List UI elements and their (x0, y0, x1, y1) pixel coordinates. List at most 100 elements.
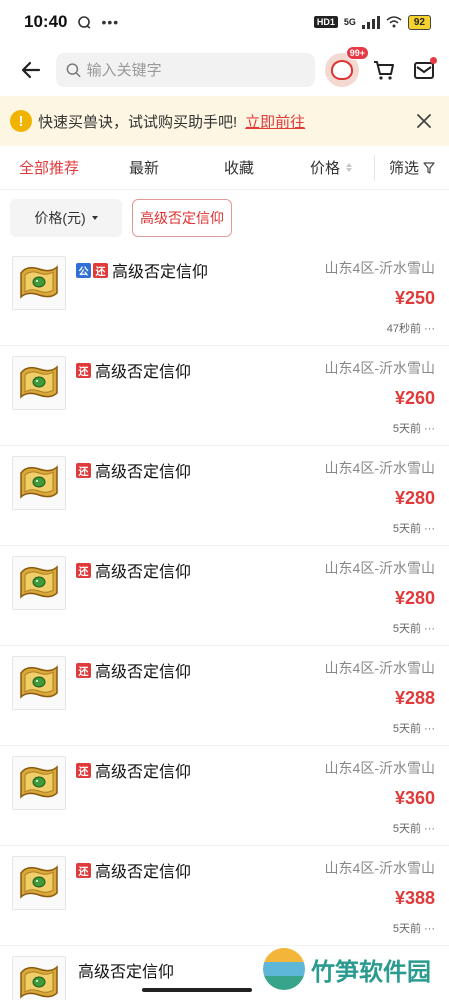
item-title: 高级否定信仰 (95, 864, 192, 881)
bargain-tag: 还 (76, 562, 91, 578)
sort-arrows-icon (346, 163, 352, 172)
item-title: 高级否定信仰 (95, 364, 192, 381)
item-body: 还高级否定信仰 山东4区-沂水雪山 ¥360 5天前 ··· (76, 756, 435, 845)
item-body: 还高级否定信仰 山东4区-沂水雪山 ¥280 5天前 ··· (76, 556, 435, 645)
item-price: ¥280 (394, 588, 435, 608)
item-time[interactable]: 5天前 ··· (393, 520, 435, 536)
list-item[interactable]: 还高级否定信仰 山东4区-沂水雪山 ¥360 5天前 ··· (0, 746, 449, 846)
back-button[interactable] (16, 55, 46, 85)
scroll-item-icon (12, 656, 66, 710)
bargain-tag: 还 (76, 462, 91, 478)
unread-dot (430, 57, 437, 64)
scroll-item-icon (12, 356, 66, 410)
price-chip[interactable]: 价格(元) (10, 199, 122, 237)
notice-banner: ! 快速买兽诀，试试购买助手吧! 立即前往 (0, 96, 449, 146)
mascot-icon (331, 60, 353, 80)
list-item[interactable]: 还高级否定信仰 山东4区-沂水雪山 ¥280 5天前 ··· (0, 446, 449, 546)
item-list: 公还高级否定信仰 山东4区-沂水雪山 ¥250 47秒前 ··· 还高级否定信仰 山东4区… (0, 246, 449, 1000)
search-header: 99+ (0, 44, 449, 96)
item-title: 高级否定信仰 (112, 264, 209, 281)
hd-badge: HD1 (313, 16, 338, 28)
sort-newest[interactable]: 最新 (98, 157, 190, 178)
item-title: 高级否定信仰 (95, 464, 192, 481)
scroll-item-icon (12, 756, 66, 810)
item-server: 山东4区-沂水雪山 (324, 360, 435, 376)
list-item[interactable]: 还高级否定信仰 山东4区-沂水雪山 ¥280 5天前 ··· (0, 546, 449, 646)
item-time[interactable]: 5天前 ··· (393, 720, 435, 736)
bargain-tag: 还 (76, 862, 91, 878)
item-time[interactable]: 5天前 ··· (393, 620, 435, 636)
sort-price[interactable]: 价格 (288, 157, 374, 178)
scroll-item-icon (12, 456, 66, 510)
sort-all-recommended[interactable]: 全部推荐 (0, 157, 98, 178)
status-more-dots: ••• (101, 14, 120, 30)
item-title: 高级否定信仰 (95, 664, 192, 681)
watermark-text: 竹笋软件园 (311, 958, 431, 986)
item-server: 山东4区-沂水雪山 (324, 260, 435, 276)
item-title: 高级否定信仰 (95, 564, 192, 581)
home-indicator[interactable] (142, 988, 252, 992)
item-price: ¥360 (394, 788, 435, 808)
item-title: 高级否定信仰 (78, 964, 175, 981)
scroll-item-icon (12, 256, 66, 310)
list-item[interactable]: 还高级否定信仰 山东4区-沂水雪山 ¥388 5天前 ··· (0, 846, 449, 946)
scroll-item-icon (12, 856, 66, 910)
bargain-tag: 还 (76, 362, 91, 378)
caret-down-icon (91, 216, 98, 220)
item-time[interactable]: 5天前 ··· (393, 420, 435, 436)
watermark: 竹笋软件园 (259, 946, 435, 992)
item-body: 还高级否定信仰 山东4区-沂水雪山 ¥388 5天前 ··· (76, 856, 435, 945)
item-body: 还高级否定信仰 山东4区-沂水雪山 ¥288 5天前 ··· (76, 656, 435, 745)
item-server: 山东4区-沂水雪山 (324, 760, 435, 776)
item-price: ¥260 (394, 388, 435, 408)
search-box[interactable] (56, 53, 315, 87)
bargain-tag: 还 (76, 762, 91, 778)
network-label: 5G (343, 17, 356, 27)
search-icon (66, 63, 81, 78)
message-count-badge: 99+ (345, 46, 369, 60)
list-item[interactable]: 公还高级否定信仰 山东4区-沂水雪山 ¥250 47秒前 ··· (0, 246, 449, 346)
item-price: ¥388 (394, 888, 435, 908)
warning-icon: ! (10, 110, 32, 132)
battery-indicator: 92 (407, 14, 431, 30)
item-body: 还高级否定信仰 山东4区-沂水雪山 ¥280 5天前 ··· (76, 456, 435, 545)
item-body: 公还高级否定信仰 山东4区-沂水雪山 ¥250 47秒前 ··· (76, 256, 435, 345)
item-price: ¥288 (394, 688, 435, 708)
sort-price-label: 价格 (309, 160, 340, 177)
bargain-tag: 还 (93, 262, 108, 278)
filter-chips: 价格(元) 高级否定信仰 (0, 190, 449, 246)
sort-favorites[interactable]: 收藏 (190, 157, 288, 178)
item-body: 还高级否定信仰 山东4区-沂水雪山 ¥260 5天前 ··· (76, 356, 435, 445)
wifi-icon (386, 16, 402, 28)
item-time[interactable]: 5天前 ··· (393, 920, 435, 936)
back-arrow-icon (21, 61, 41, 79)
filter-button[interactable]: 筛选 (375, 157, 449, 178)
assistant-avatar[interactable]: 99+ (325, 46, 369, 87)
keyword-chip[interactable]: 高级否定信仰 (132, 199, 232, 237)
watermark-logo (263, 948, 305, 990)
public-tag: 公 (76, 262, 91, 278)
cart-icon (374, 61, 394, 80)
price-chip-label: 价格(元) (34, 210, 86, 226)
list-item[interactable]: 还高级否定信仰 山东4区-沂水雪山 ¥260 5天前 ··· (0, 346, 449, 446)
list-item[interactable]: 还高级否定信仰 山东4区-沂水雪山 ¥288 5天前 ··· (0, 646, 449, 746)
status-time: 10:40 (24, 12, 68, 31)
item-server: 山东4区-沂水雪山 (324, 860, 435, 876)
item-time[interactable]: 5天前 ··· (393, 820, 435, 836)
search-input[interactable] (86, 61, 305, 79)
funnel-icon (423, 161, 435, 174)
sort-bar: 全部推荐 最新 收藏 价格 筛选 (0, 146, 449, 190)
message-button[interactable] (409, 55, 439, 85)
notice-close-button[interactable] (411, 108, 437, 134)
item-server: 山东4区-沂水雪山 (324, 660, 435, 676)
cart-button[interactable] (369, 55, 399, 85)
notice-link[interactable]: 立即前往 (245, 111, 305, 132)
item-server: 山东4区-沂水雪山 (324, 560, 435, 576)
item-title: 高级否定信仰 (95, 764, 192, 781)
item-price: ¥280 (394, 488, 435, 508)
bargain-tag: 还 (76, 662, 91, 678)
item-server: 山东4区-沂水雪山 (324, 460, 435, 476)
item-time[interactable]: 47秒前 ··· (387, 320, 435, 336)
close-icon (417, 114, 431, 128)
notice-text: 快速买兽诀，试试购买助手吧! (38, 113, 238, 131)
